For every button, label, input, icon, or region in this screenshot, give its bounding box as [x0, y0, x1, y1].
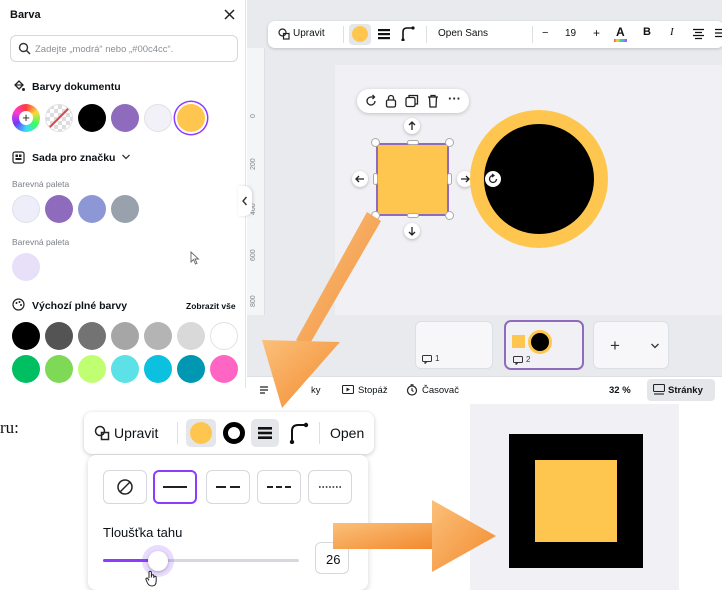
arrow-to-stroke-icon [262, 212, 381, 408]
annotation-arrows [262, 212, 496, 572]
arrow-to-result [333, 500, 496, 572]
